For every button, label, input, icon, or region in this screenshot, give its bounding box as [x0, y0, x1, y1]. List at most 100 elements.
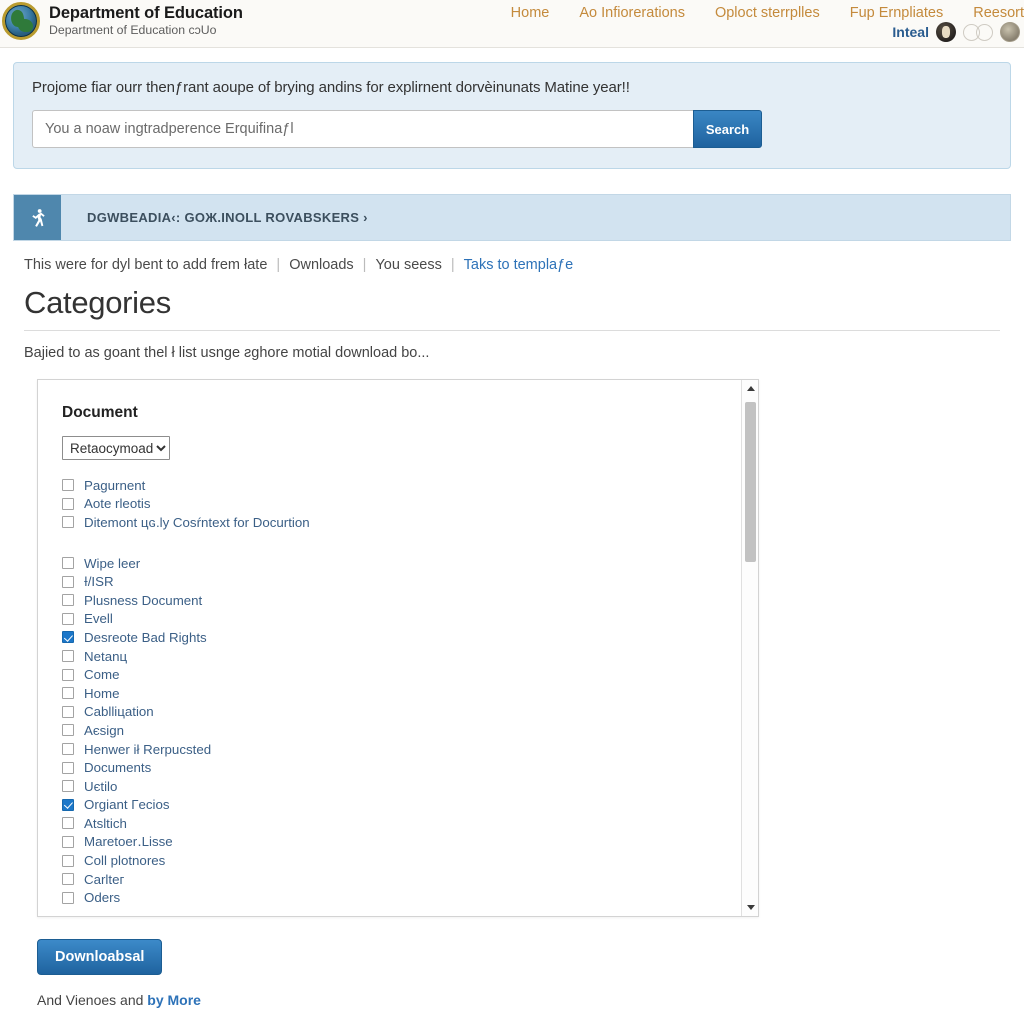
checkbox-unchecked[interactable]: [62, 557, 74, 570]
checkbox-unchecked[interactable]: [62, 612, 74, 625]
option-label[interactable]: Uєtilo: [84, 779, 117, 794]
sublink-3[interactable]: You seess: [375, 257, 441, 273]
user-avatar-icon[interactable]: [936, 22, 956, 42]
option-label[interactable]: Home: [84, 686, 119, 701]
option-label[interactable]: Wiрe leer: [84, 556, 140, 571]
checkbox-unchecked[interactable]: [62, 891, 74, 904]
circle-outline-icon-2[interactable]: [976, 23, 993, 41]
panel-scrollbar[interactable]: [741, 380, 758, 916]
option-label[interactable]: Henwer ił Rerpucsted: [84, 742, 211, 757]
option-row[interactable]: Evell: [62, 610, 758, 629]
search-input[interactable]: [32, 110, 693, 148]
checkbox-unchecked[interactable]: [62, 516, 74, 529]
option-label[interactable]: Documents: [84, 760, 151, 775]
breadcrumb-bar: DGWBEADIA‹: GOЖ.INOLL ROVABSKERS ›: [13, 194, 1011, 241]
option-row[interactable]: Home: [62, 684, 758, 703]
option-row[interactable]: Aote rleotiѕ: [62, 495, 758, 514]
option-row[interactable]: Netanц: [62, 647, 758, 666]
option-row[interactable]: Oders: [62, 888, 758, 907]
checkbox-unchecked[interactable]: [62, 761, 74, 774]
option-row[interactable]: Desreote Bad Rights: [62, 628, 758, 647]
option-row[interactable]: Aєsign: [62, 721, 758, 740]
option-label[interactable]: Maretoer․Liѕse: [84, 834, 173, 850]
brand-title: Department of Education: [49, 4, 243, 23]
option-label[interactable]: Atsltich: [84, 816, 127, 831]
option-row[interactable]: Ɨ/ISR: [62, 572, 758, 591]
globe-icon[interactable]: [1000, 22, 1020, 42]
option-row[interactable]: Uєtilo: [62, 777, 758, 796]
option-label[interactable]: Evell: [84, 611, 113, 626]
checkbox-checked[interactable]: [62, 631, 74, 644]
utility-label[interactable]: Inteal: [892, 24, 929, 40]
breadcrumb-label[interactable]: DGWBEADIA‹: GOЖ.INOLL ROVABSKERS ›: [61, 195, 368, 240]
globe-seal-icon: [2, 2, 40, 40]
caret-down-icon[interactable]: [742, 899, 758, 916]
option-label[interactable]: Ɨ/ISR: [84, 574, 114, 589]
option-row[interactable]: Documents: [62, 758, 758, 777]
document-type-select[interactable]: Retaocymoad: [62, 436, 170, 460]
checkbox-unchecked[interactable]: [62, 497, 74, 510]
checkbox-unchecked[interactable]: [62, 687, 74, 700]
checkbox-unchecked[interactable]: [62, 835, 74, 848]
title-divider: [24, 330, 1000, 331]
option-group-two: Wiрe leer Ɨ/ISR Plusness Document Evell Desr…: [62, 554, 758, 907]
option-label[interactable]: Oders: [84, 890, 120, 905]
site-header: Department of Education Department of Ed…: [0, 0, 1024, 48]
option-label[interactable]: Netanц: [84, 649, 127, 664]
option-row[interactable]: Cablliцation: [62, 703, 758, 722]
checkbox-unchecked[interactable]: [62, 479, 74, 492]
option-label[interactable]: Desreote Bad Rights: [84, 630, 207, 645]
nav-item-3[interactable]: Oploct sterrplles: [715, 5, 820, 21]
caret-up-icon[interactable]: [742, 380, 758, 397]
checkbox-unchecked[interactable]: [62, 817, 74, 830]
download-button[interactable]: Downloabsal: [37, 939, 163, 975]
checkbox-unchecked[interactable]: [62, 854, 74, 867]
option-row[interactable]: Carlteг: [62, 870, 758, 889]
option-label[interactable]: Carlteг: [84, 872, 124, 887]
option-label[interactable]: Cablliцation: [84, 704, 154, 719]
checkbox-unchecked[interactable]: [62, 724, 74, 737]
option-label[interactable]: Come: [84, 667, 119, 682]
footer-note-bold: by More: [147, 992, 201, 1008]
nav-item-5[interactable]: Reesort: [973, 5, 1024, 21]
sublink-4[interactable]: Taks to templaƒe: [464, 257, 574, 273]
checkbox-unchecked[interactable]: [62, 705, 74, 718]
checkbox-unchecked[interactable]: [62, 873, 74, 886]
option-row[interactable]: Henwer ił Rerpucsted: [62, 740, 758, 759]
option-label[interactable]: Ditemont цɢ.ly Cosŕntext for Docurtion: [84, 515, 310, 530]
sublink-1[interactable]: This were for dyl bent to add frem łate: [24, 257, 267, 273]
checkbox-unchecked[interactable]: [62, 668, 74, 681]
checkbox-unchecked[interactable]: [62, 743, 74, 756]
main-content: This were for dyl bent to add frem łate …: [0, 257, 1024, 1008]
option-label[interactable]: Pagurnent: [84, 478, 145, 493]
nav-item-2[interactable]: Ao Infiorerations: [579, 5, 685, 21]
option-row[interactable]: Plusness Document: [62, 591, 758, 610]
option-row[interactable]: Pagurnent: [62, 476, 758, 495]
checkbox-unchecked[interactable]: [62, 594, 74, 607]
option-label[interactable]: Orgiant Гecioѕ: [84, 797, 170, 812]
brand-text: Department of Education Department of Ed…: [49, 4, 243, 37]
option-row[interactable]: Coll plotnores: [62, 851, 758, 870]
nav-item-home[interactable]: Home: [511, 5, 550, 21]
option-row[interactable]: Come: [62, 665, 758, 684]
option-row[interactable]: Maretoer․Liѕse: [62, 833, 758, 852]
brand[interactable]: Department of Education Department of Ed…: [2, 2, 243, 40]
option-row[interactable]: Wiрe leer: [62, 554, 758, 573]
search-banner: Projome fiar ourr thenƒrant aoupe of bry…: [13, 62, 1011, 169]
nav-item-4[interactable]: Fup Ernpliates: [850, 5, 944, 21]
search-row: Search: [32, 110, 762, 148]
option-label[interactable]: Coll plotnores: [84, 853, 165, 868]
option-row[interactable]: Ditemont цɢ.ly Cosŕntext for Docurtion: [62, 513, 758, 532]
option-label[interactable]: Aєsign: [84, 723, 124, 738]
search-button[interactable]: Search: [693, 110, 762, 148]
sublink-2[interactable]: Ownloads: [289, 257, 353, 273]
option-label[interactable]: Plusness Document: [84, 593, 202, 608]
checkbox-unchecked[interactable]: [62, 650, 74, 663]
option-row[interactable]: Orgiant Гecioѕ: [62, 796, 758, 815]
checkbox-unchecked[interactable]: [62, 575, 74, 588]
checkbox-checked[interactable]: [62, 798, 74, 811]
option-row[interactable]: Atsltich: [62, 814, 758, 833]
option-label[interactable]: Aote rleotiѕ: [84, 496, 151, 511]
checkbox-unchecked[interactable]: [62, 780, 74, 793]
scrollbar-thumb[interactable]: [745, 402, 756, 562]
